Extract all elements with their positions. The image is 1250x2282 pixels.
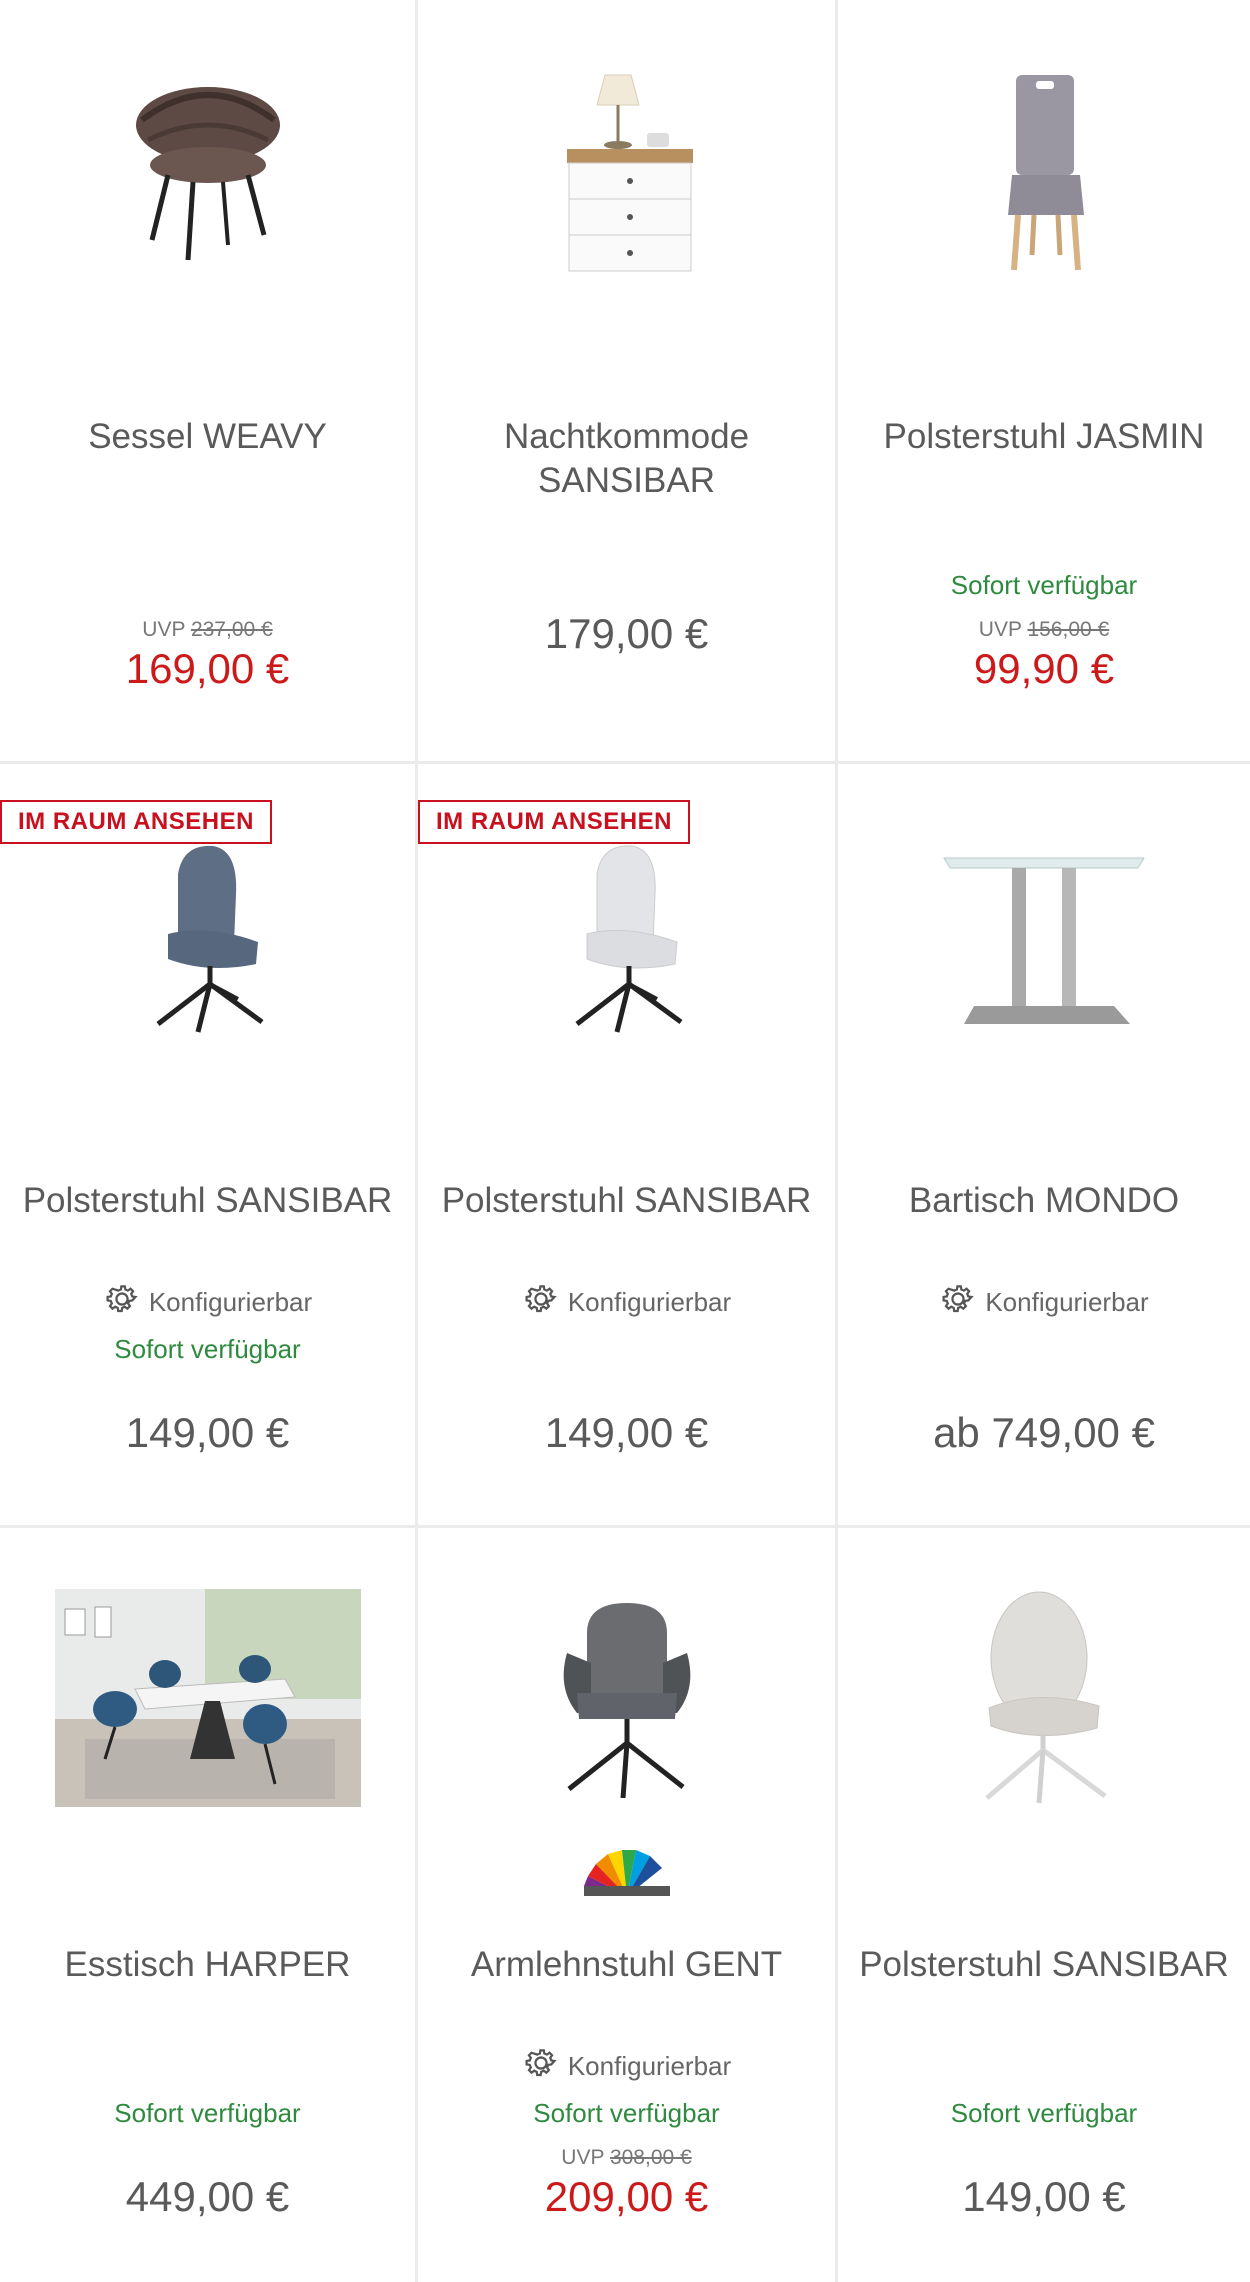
sale-price: 99,90 €: [973, 645, 1115, 692]
product-image[interactable]: [838, 804, 1250, 1064]
product-image[interactable]: [0, 40, 415, 300]
gear-icon: [939, 1280, 977, 1325]
uvp-price: UVP 156,00 €: [978, 618, 1110, 641]
product-card[interactable]: Polsterstuhl JASMIN Sofort verfügbar UVP…: [838, 0, 1250, 764]
product-card[interactable]: Esstisch HARPER Sofort verfügbar 449,00 …: [0, 1528, 418, 2282]
uvp-price: UVP 308,00 €: [561, 2146, 692, 2169]
price: 449,00 €: [125, 2173, 290, 2220]
product-image[interactable]: [838, 40, 1250, 300]
product-title[interactable]: Esstisch HARPER: [20, 1943, 395, 1987]
product-card[interactable]: Polsterstuhl SANSIBAR Sofort verfügbar 1…: [838, 1528, 1250, 2282]
product-card[interactable]: Armlehnstuhl GENT Konfigurierbar Sofort …: [418, 1528, 838, 2282]
price: 149,00 €: [962, 2173, 1126, 2220]
price: 149,00 €: [544, 1409, 709, 1456]
product-card[interactable]: Nachtkommode SANSIBAR 179,00 €: [418, 0, 838, 764]
configurable-label: Konfigurierbar: [838, 1280, 1250, 1325]
product-title[interactable]: Polsterstuhl SANSIBAR: [858, 1943, 1230, 1987]
product-card[interactable]: Sessel WEAVY UVP 237,00 € 169,00 €: [0, 0, 418, 764]
product-image[interactable]: [838, 1568, 1250, 1828]
configurable-label: Konfigurierbar: [418, 2044, 835, 2089]
sale-price: 209,00 €: [544, 2173, 709, 2220]
color-fan-icon: [418, 1848, 835, 1898]
product-title[interactable]: Polsterstuhl JASMIN: [858, 415, 1230, 459]
price: ab 749,00 €: [933, 1409, 1155, 1456]
product-grid: Sessel WEAVY UVP 237,00 € 169,00 € Nacht…: [0, 0, 1250, 2282]
product-title[interactable]: Sessel WEAVY: [20, 415, 395, 459]
product-title[interactable]: Armlehnstuhl GENT: [438, 1943, 815, 1987]
product-title[interactable]: Polsterstuhl SANSIBAR: [20, 1179, 395, 1223]
availability: Sofort verfügbar: [114, 2098, 301, 2128]
uvp-price: UVP 237,00 €: [142, 618, 273, 641]
product-image[interactable]: [0, 804, 415, 1064]
availability: Sofort verfügbar: [950, 2098, 1138, 2128]
product-title[interactable]: Bartisch MONDO: [858, 1179, 1230, 1223]
availability: Sofort verfügbar: [114, 1334, 301, 1364]
product-image[interactable]: [418, 40, 835, 300]
configurable-label: Konfigurierbar: [418, 1280, 835, 1325]
product-image[interactable]: [0, 1568, 415, 1828]
configurable-label: Konfigurierbar: [0, 1280, 415, 1325]
product-card[interactable]: IM RAUM ANSEHEN Polsterstuhl SANSIBAR Ko…: [418, 764, 838, 1528]
gear-icon: [522, 2044, 560, 2089]
sale-price: 169,00 €: [125, 645, 290, 692]
product-image[interactable]: [418, 804, 835, 1064]
price: 179,00 €: [544, 610, 709, 657]
gear-icon: [522, 1280, 560, 1325]
product-card[interactable]: Bartisch MONDO Konfigurierbar ab 749,00 …: [838, 764, 1250, 1528]
availability: Sofort verfügbar: [533, 2098, 720, 2128]
gear-icon: [103, 1280, 141, 1325]
product-title[interactable]: Nachtkommode SANSIBAR: [438, 415, 815, 503]
product-card[interactable]: IM RAUM ANSEHEN Polsterstuhl SANSIBAR Ko…: [0, 764, 418, 1528]
product-image[interactable]: [418, 1568, 835, 1828]
product-title[interactable]: Polsterstuhl SANSIBAR: [438, 1179, 815, 1223]
price: 149,00 €: [125, 1409, 290, 1456]
availability: Sofort verfügbar: [950, 570, 1138, 600]
